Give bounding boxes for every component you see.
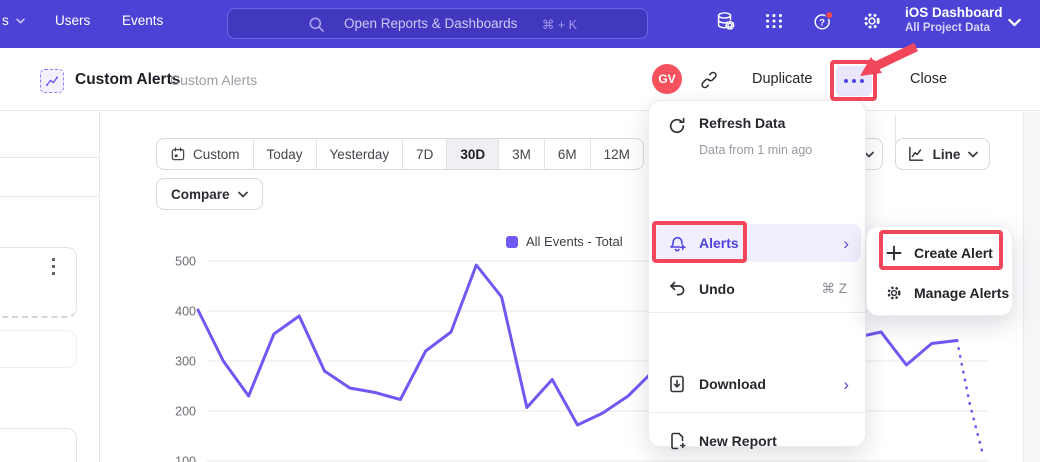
- project-scope: All Project Data: [905, 22, 1003, 34]
- left-card[interactable]: [0, 247, 77, 318]
- chevron-down-icon: [968, 151, 978, 158]
- svg-text:100: 100: [175, 455, 196, 462]
- chevron-down-icon: [16, 18, 25, 24]
- menu-label: Undo: [699, 281, 735, 297]
- chevron-right-icon: ›: [843, 235, 849, 252]
- submenu-item-manage-alerts[interactable]: Manage Alerts: [873, 275, 1008, 311]
- settings-gear-icon[interactable]: [861, 9, 883, 33]
- menu-item-new-report[interactable]: New Report: [655, 423, 861, 459]
- compare-label: Compare: [171, 187, 230, 202]
- range-30d-active[interactable]: 30D: [447, 139, 499, 169]
- compare-button[interactable]: Compare: [156, 178, 263, 210]
- nav-item-users[interactable]: Users: [55, 13, 90, 28]
- chevron-down-icon: [1008, 18, 1021, 27]
- report-options-menu: Refresh Data Data from 1 min ago Undo ⌘ …: [648, 100, 866, 447]
- help-icon[interactable]: ?: [812, 9, 834, 33]
- svg-text:400: 400: [175, 305, 196, 319]
- project-switcher[interactable]: iOS Dashboard All Project Data: [905, 5, 1003, 34]
- range-6m[interactable]: 6M: [545, 139, 591, 169]
- menu-item-alerts[interactable]: Alerts ›: [655, 224, 861, 262]
- svg-text:300: 300: [175, 355, 196, 369]
- chevron-right-icon: ›: [843, 376, 849, 393]
- menu-item-undo[interactable]: Undo ⌘ Z: [655, 271, 861, 307]
- apps-grid-icon[interactable]: [763, 9, 785, 33]
- range-yesterday[interactable]: Yesterday: [317, 139, 404, 169]
- date-range-control: Custom Today Yesterday 7D 30D 3M 6M 12M: [156, 138, 644, 170]
- menu-label: Download: [699, 376, 766, 392]
- undo-icon: [667, 279, 687, 299]
- refresh-icon: [667, 116, 687, 136]
- menu-item-refresh-data[interactable]: Refresh Data Data from 1 min ago: [655, 113, 861, 157]
- nav-partial-label: s: [2, 13, 9, 28]
- left-row-divider: [0, 196, 99, 197]
- bell-plus-icon: [667, 233, 687, 253]
- menu-label: Refresh Data: [699, 115, 785, 131]
- line-chart-icon: [907, 145, 925, 163]
- search-placeholder: Open Reports & Dashboards: [344, 16, 517, 31]
- range-12m[interactable]: 12M: [591, 139, 643, 169]
- data-connections-icon[interactable]: [714, 9, 736, 33]
- header-divider: [895, 115, 896, 143]
- range-label: Custom: [193, 147, 240, 162]
- project-name: iOS Dashboard: [905, 5, 1003, 20]
- top-navbar: s Users Events Open Reports & Dashboards…: [0, 0, 1040, 48]
- calendar-icon: [170, 146, 186, 162]
- chevron-down-icon: [238, 191, 248, 198]
- range-today[interactable]: Today: [254, 139, 317, 169]
- chart-legend: All Events - Total: [506, 234, 623, 249]
- alerts-submenu: Create Alert Manage Alerts: [866, 226, 1013, 316]
- range-3m[interactable]: 3M: [499, 139, 545, 169]
- more-options-button[interactable]: [836, 66, 872, 96]
- legend-swatch: [506, 236, 518, 248]
- search-icon: [308, 16, 325, 33]
- duplicate-button[interactable]: Duplicate: [752, 71, 812, 87]
- navbar-icon-group: ?: [714, 9, 883, 33]
- page-title: Custom Alerts: [75, 71, 180, 89]
- kebab-menu-icon[interactable]: [52, 258, 55, 275]
- chart-type-label: Line: [933, 147, 961, 162]
- left-card[interactable]: [0, 428, 77, 462]
- search-shortcut: ⌘ + K: [542, 17, 577, 32]
- breadcrumb: Custom Alerts: [170, 72, 257, 88]
- menu-shortcut: ⌘ Z: [822, 281, 848, 297]
- nav-item-events[interactable]: Events: [122, 13, 163, 28]
- menu-label: Alerts: [699, 235, 739, 251]
- submenu-label: Manage Alerts: [914, 285, 1009, 301]
- submenu-item-create-alert[interactable]: Create Alert: [873, 235, 1008, 271]
- download-doc-icon: [667, 374, 687, 394]
- svg-text:?: ?: [819, 17, 825, 27]
- close-button[interactable]: Close: [910, 71, 947, 87]
- legend-label: All Events - Total: [526, 234, 623, 249]
- notification-dot: [826, 12, 833, 19]
- gear-icon: [885, 284, 903, 302]
- search-input[interactable]: Open Reports & Dashboards ⌘ + K: [227, 8, 648, 39]
- svg-text:200: 200: [175, 405, 196, 419]
- left-row-divider: [0, 157, 99, 158]
- menu-label: New Report: [699, 433, 777, 449]
- chart-type-button[interactable]: Line: [895, 138, 990, 170]
- plus-icon: [885, 244, 903, 262]
- range-7d[interactable]: 7D: [403, 139, 447, 169]
- menu-divider: [649, 312, 867, 313]
- menu-divider: [649, 412, 867, 413]
- left-card[interactable]: [0, 330, 77, 368]
- avatar[interactable]: GV: [652, 64, 682, 94]
- report-icon: [40, 69, 64, 93]
- nav-item-partial[interactable]: s: [2, 13, 25, 28]
- page-gutter: [1023, 112, 1040, 462]
- screen: s Users Events Open Reports & Dashboards…: [0, 0, 1040, 462]
- left-panel-divider: [99, 112, 100, 462]
- share-link-icon[interactable]: [699, 70, 719, 90]
- new-document-icon: [667, 431, 687, 451]
- svg-text:500: 500: [175, 255, 196, 269]
- range-custom[interactable]: Custom: [157, 139, 254, 169]
- report-header: Custom Alerts Custom Alerts GV Duplicate…: [0, 48, 1040, 111]
- menu-subtitle: Data from 1 min ago: [699, 143, 812, 157]
- submenu-label: Create Alert: [914, 245, 993, 261]
- menu-item-download[interactable]: Download ›: [655, 366, 861, 402]
